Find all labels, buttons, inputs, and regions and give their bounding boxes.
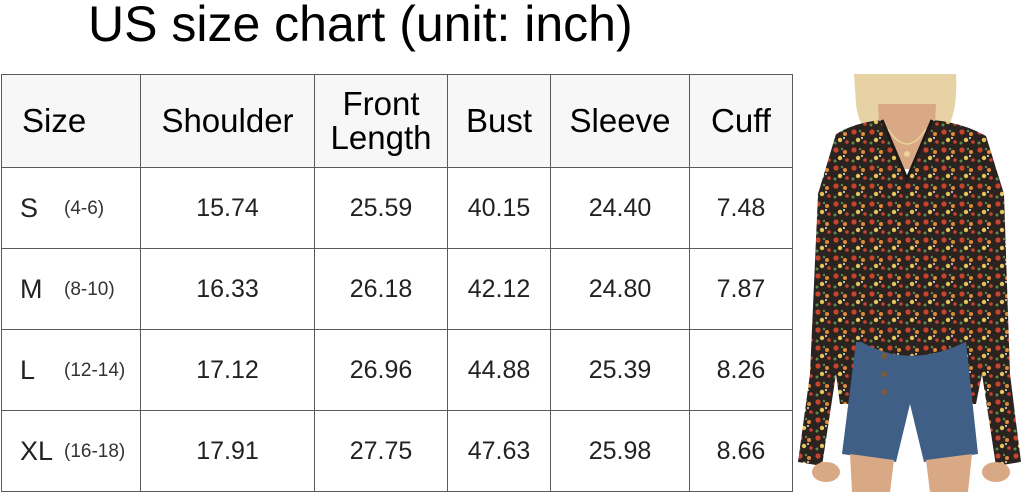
- bust-cell: 40.15: [447, 167, 551, 249]
- sleeve-cell: 24.40: [550, 167, 690, 249]
- sleeve-cell: 24.80: [550, 248, 690, 330]
- size-cell: S (4-6): [1, 167, 141, 249]
- front-length-cell: 25.59: [314, 167, 448, 249]
- header-front-length: Front Length: [314, 74, 448, 168]
- cuff-cell: 7.87: [689, 248, 793, 330]
- header-shoulder: Shoulder: [140, 74, 315, 168]
- bust-cell: 44.88: [447, 329, 551, 411]
- bust-cell: 42.12: [447, 248, 551, 330]
- shoulder-cell: 17.91: [140, 410, 315, 492]
- table-row: S (4-6) 15.74 25.59 40.15 24.40 7.48: [1, 167, 793, 249]
- shoulder-cell: 15.74: [140, 167, 315, 249]
- sleeve-cell: 25.98: [550, 410, 690, 492]
- front-length-cell: 26.96: [314, 329, 448, 411]
- cuff-cell: 8.66: [689, 410, 793, 492]
- header-size: Size: [1, 74, 141, 168]
- header-bust: Bust: [447, 74, 551, 168]
- header-cuff: Cuff: [689, 74, 793, 168]
- header-sleeve: Sleeve: [550, 74, 690, 168]
- size-chart-table: Size Shoulder Front Length Bust Sleeve Cu…: [1, 74, 793, 492]
- shoulder-cell: 16.33: [140, 248, 315, 330]
- bust-cell: 47.63: [447, 410, 551, 492]
- shorts-shape: [842, 342, 978, 462]
- model-photo: [798, 74, 1021, 492]
- cuff-cell: 8.26: [689, 329, 793, 411]
- size-chart-title: US size chart (unit: inch): [88, 0, 633, 52]
- size-cell: M (8-10): [1, 248, 141, 330]
- table-row: XL (16-18) 17.91 27.75 47.63 25.98 8.66: [1, 410, 793, 492]
- cuff-cell: 7.48: [689, 167, 793, 249]
- front-length-cell: 26.18: [314, 248, 448, 330]
- header-row: Size Shoulder Front Length Bust Sleeve Cu…: [1, 74, 793, 168]
- table-row: L (12-14) 17.12 26.96 44.88 25.39 8.26: [1, 329, 793, 411]
- shoulder-cell: 17.12: [140, 329, 315, 411]
- size-cell: L (12-14): [1, 329, 141, 411]
- size-cell: XL (16-18): [1, 410, 141, 492]
- sleeve-cell: 25.39: [550, 329, 690, 411]
- front-length-cell: 27.75: [314, 410, 448, 492]
- table-row: M (8-10) 16.33 26.18 42.12 24.80 7.87: [1, 248, 793, 330]
